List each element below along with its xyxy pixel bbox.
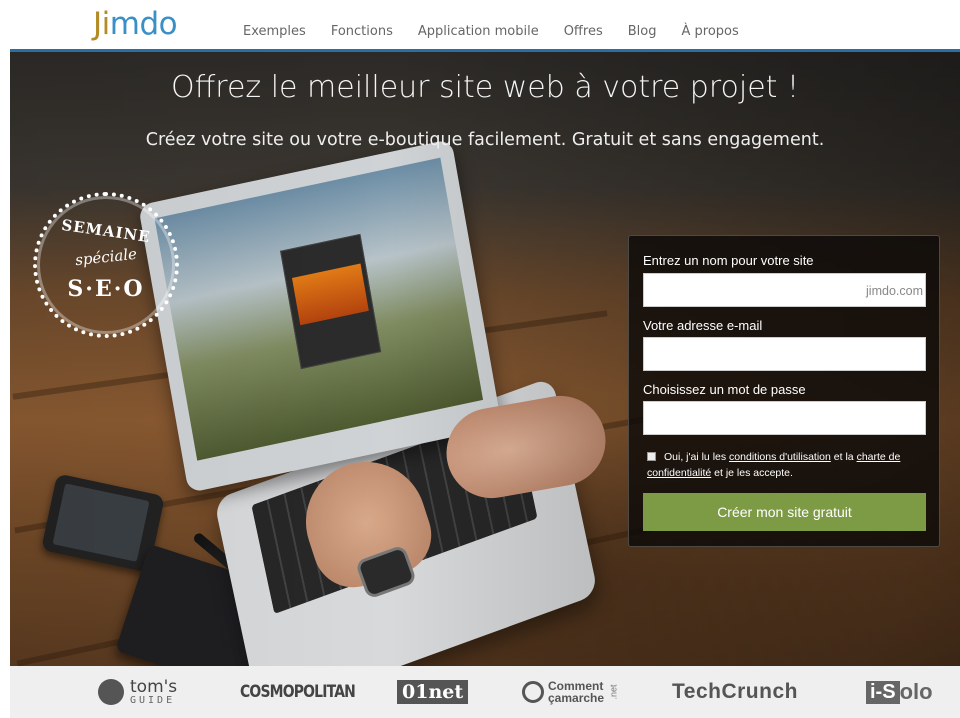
isolo-i-box: i-S [866, 680, 900, 704]
comment-ca-marche-logo: Comment çamarche .net [522, 666, 621, 718]
site-name-label: Entrez un nom pour votre site [643, 253, 814, 268]
nav-exemples[interactable]: Exemples [243, 24, 306, 39]
ccm-line2: çamarche [548, 691, 605, 705]
nav-application-mobile[interactable]: Application mobile [418, 24, 539, 39]
email-label: Votre adresse e-mail [643, 318, 763, 333]
01net-logo: 01net [397, 666, 469, 718]
press-logos-bar: tom's GUIDE COSMOPOLITAN 01net Comment ç… [10, 666, 960, 718]
techcrunch-logo: TechCrunch [672, 680, 798, 703]
site-domain-suffix: jimdo.com [866, 284, 923, 298]
email-input[interactable] [643, 337, 926, 371]
badge-line3: S·E·O [67, 276, 145, 302]
terms-checkbox[interactable] [647, 452, 656, 461]
main-nav: Exemples Fonctions Application mobile Of… [243, 24, 764, 39]
nav-blog[interactable]: Blog [628, 24, 657, 39]
toms-guide-logo: tom's GUIDE [98, 666, 177, 718]
toms-line1: tom's [130, 676, 178, 697]
01net-text: 01net [397, 680, 469, 704]
signup-form: Entrez un nom pour votre site jimdo.com … [628, 235, 940, 547]
toms-line2: GUIDE [130, 694, 176, 706]
toms-guide-text: tom's GUIDE [130, 676, 178, 706]
jimdo-logo[interactable]: Jimdo [93, 6, 178, 42]
isolo-logo: i-S olo [866, 666, 933, 718]
terms-link[interactable]: conditions d'utilisation [729, 451, 831, 463]
toms-guide-icon [98, 679, 124, 705]
nav-fonctions[interactable]: Fonctions [331, 24, 393, 39]
create-site-button[interactable]: Créer mon site gratuit [643, 493, 926, 531]
ccm-question-icon [522, 681, 544, 703]
logo-ji: Ji [93, 6, 110, 42]
isolo-text: olo [899, 679, 933, 704]
nav-a-propos[interactable]: À propos [681, 24, 738, 39]
ccm-text: Comment çamarche [548, 680, 604, 704]
ccm-net: .net [608, 684, 619, 700]
logo-mdo: mdo [109, 6, 178, 42]
cosmopolitan-logo: COSMOPOLITAN [240, 682, 356, 702]
hero-subline: Créez votre site ou votre e-boutique fac… [145, 130, 825, 150]
terms-row: Oui, j'ai lu les conditions d'utilisatio… [647, 449, 929, 481]
nav-offres[interactable]: Offres [564, 24, 603, 39]
terms-suffix: et je les accepte. [714, 467, 793, 479]
top-header: Jimdo Exemples Fonctions Application mob… [0, 0, 960, 52]
badge-line2: spéciale [74, 244, 138, 270]
hero-headline: Offrez le meilleur site web à votre proj… [171, 70, 799, 105]
password-input[interactable] [643, 401, 926, 435]
password-label: Choisissez un mot de passe [643, 382, 806, 397]
terms-middle: et la [833, 451, 854, 463]
terms-prefix: Oui, j'ai lu les [664, 451, 727, 463]
seo-week-badge[interactable]: SEMAINE spéciale S·E·O [33, 192, 179, 338]
